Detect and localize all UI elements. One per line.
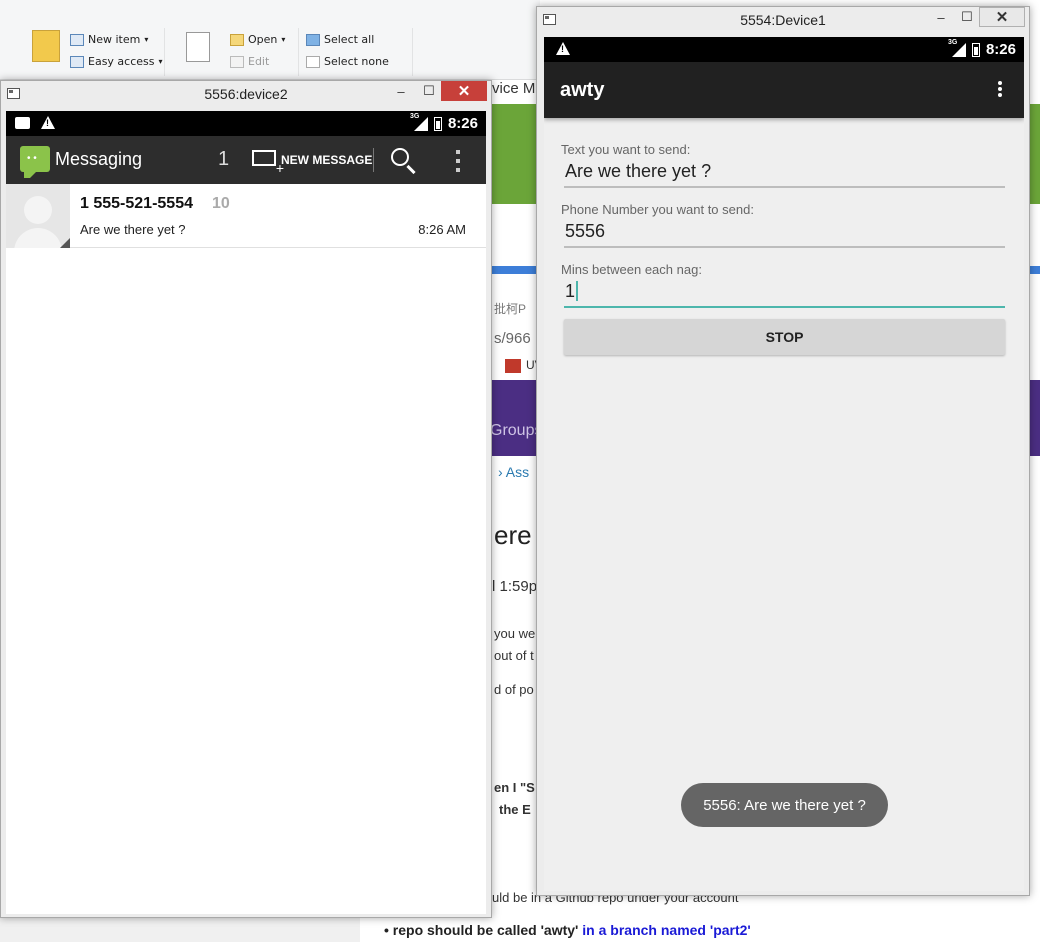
actionbar-divider (373, 148, 374, 172)
bookmark-icon (505, 359, 521, 373)
window-titlebar[interactable]: 5556:device2 – ☐ ✕ (1, 81, 491, 107)
close-button[interactable]: ✕ (979, 7, 1025, 27)
edit-label: Edit (248, 55, 270, 68)
unread-count: 1 (218, 148, 230, 170)
minimize-button[interactable]: – (387, 81, 415, 101)
open-icon (230, 33, 244, 46)
text-cursor (576, 281, 579, 301)
messaging-app-icon[interactable]: • • (20, 146, 50, 178)
actionbar-title: Messaging (55, 149, 143, 169)
new-message-icon[interactable] (252, 150, 284, 176)
phone-number-input[interactable]: 5556 (564, 216, 1005, 248)
contact-avatar[interactable] (6, 184, 70, 248)
message-text-value: Are we there yet ? (565, 160, 712, 181)
signal-icon: 3G (410, 113, 428, 131)
conversation-name: 1 555-521-5554 (80, 195, 193, 212)
device1-screen: 3G 8:26 awty Text you want to send: Are … (544, 37, 1024, 891)
bg-breadcrumb: › Ass (498, 464, 530, 480)
app-title: awty (560, 79, 605, 101)
message-text-input[interactable]: Are we there yet ? (564, 156, 1005, 188)
battery-icon (971, 42, 980, 57)
minimize-button[interactable]: – (927, 7, 955, 27)
text-field-label: Text you want to send: (561, 142, 691, 157)
edit-button[interactable]: Edit (230, 55, 269, 68)
maximize-button[interactable]: ☐ (415, 81, 443, 101)
easy-access-label: Easy access (88, 55, 155, 68)
bg-bullet-item: • repo should be called 'awty' in a bran… (384, 922, 751, 938)
folder-icon[interactable] (32, 30, 60, 62)
bg-line-2: out of t (494, 648, 534, 663)
toast-message: 5556: Are we there yet ? (681, 783, 888, 827)
bottom-taskbar-strip (0, 918, 360, 942)
bg-heading-fragment: ere (494, 520, 532, 550)
mins-field-label: Mins between each nag: (561, 262, 702, 277)
select-none-label: Select none (324, 55, 389, 68)
conversation-message-count: 10 (212, 195, 230, 212)
conversation-snippet: Are we there yet ? (80, 222, 186, 237)
select-none-icon (306, 55, 320, 68)
status-time: 8:26 (985, 41, 1016, 58)
explorer-ribbon: New item ▾ Easy access ▾ Open ▾ Edit Sel… (0, 0, 540, 80)
sms-notification-icon (15, 117, 30, 129)
overflow-menu-icon[interactable] (455, 150, 461, 172)
status-bar: 3G 8:26 (6, 111, 486, 136)
bg-line-3: d of po (494, 682, 534, 697)
bg-groups-text: Groups (490, 422, 543, 439)
dropdown-caret-icon: ▾ (281, 35, 286, 44)
conversation-time: 8:26 AM (418, 222, 466, 237)
window-app-icon (543, 14, 556, 25)
maximize-button[interactable]: ☐ (953, 7, 981, 27)
battery-icon (433, 116, 442, 131)
bg-title-fragment: vice M (492, 80, 536, 97)
dropdown-caret-icon: ▾ (144, 35, 149, 44)
new-item-label: New item (88, 33, 141, 46)
select-none-button[interactable]: Select none (306, 55, 389, 68)
signal-icon: 3G (948, 39, 966, 57)
bg-bold-2: the E (499, 802, 531, 817)
awty-action-bar: awty (544, 62, 1024, 118)
window-title: 5554:Device1 (740, 12, 826, 28)
edit-icon (230, 55, 244, 68)
new-item-icon (70, 33, 84, 46)
phone-number-value: 5556 (565, 220, 606, 241)
easy-access-button[interactable]: Easy access ▾ (70, 55, 163, 68)
phone-field-label: Phone Number you want to send: (561, 202, 754, 217)
select-all-label: Select all (324, 33, 375, 46)
messaging-action-bar: • • Messaging 1 NEW MESSAGE (6, 136, 486, 184)
mins-interval-value: 1 (565, 280, 576, 301)
window-title: 5556:device2 (204, 86, 288, 102)
close-button[interactable]: ✕ (441, 81, 487, 101)
conversation-list-item[interactable]: 1 555-521-5554 10 Are we there yet ? 8:2… (6, 184, 486, 248)
overflow-menu-icon[interactable] (997, 81, 1003, 97)
mins-interval-input[interactable]: 1 (564, 276, 1005, 308)
open-label: Open (248, 33, 278, 46)
dropdown-caret-icon: ▾ (158, 57, 163, 66)
emulator-window-device1: 5554:Device1 – ☐ ✕ 3G 8:26 awty Text you… (536, 6, 1030, 896)
new-item-button[interactable]: New item ▾ (70, 33, 148, 46)
select-all-icon (306, 33, 320, 46)
window-titlebar[interactable]: 5554:Device1 – ☐ ✕ (537, 7, 1029, 33)
open-button[interactable]: Open ▾ (230, 33, 285, 46)
bg-line-1: you we (494, 626, 536, 641)
bg-url-fragment: s/966 (494, 330, 531, 347)
status-bar: 3G 8:26 (544, 37, 1024, 62)
search-icon[interactable] (391, 148, 409, 166)
bg-bold-1: en I "S (494, 780, 535, 795)
bg-time-fragment: l 1:59p (492, 578, 538, 595)
select-all-button[interactable]: Select all (306, 33, 374, 46)
bg-cjk-fragment: 批柯P (494, 302, 527, 316)
window-app-icon (7, 88, 20, 99)
warning-icon (41, 116, 55, 129)
easy-access-icon (70, 55, 84, 68)
status-time: 8:26 (447, 115, 478, 132)
emulator-window-device2: 5556:device2 – ☐ ✕ 3G 8:26 • • Messaging… (0, 80, 492, 918)
properties-icon[interactable] (186, 32, 210, 62)
device2-screen: 3G 8:26 • • Messaging 1 NEW MESSAGE 1 55… (6, 111, 486, 914)
stop-button[interactable]: STOP (564, 319, 1005, 355)
new-message-button[interactable]: NEW MESSAGE (281, 153, 372, 167)
warning-icon (556, 42, 570, 55)
